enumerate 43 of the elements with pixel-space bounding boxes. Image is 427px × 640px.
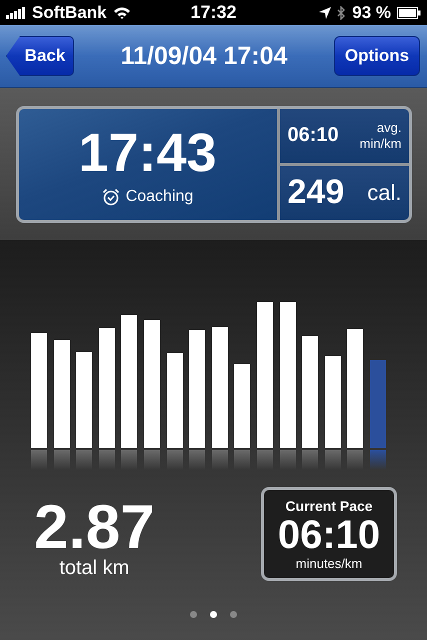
duration-value: 17:43: [78, 122, 217, 184]
bar-reflection: [121, 450, 138, 470]
avg-pace-value: 06:10: [288, 124, 339, 147]
bar-reflection: [98, 450, 115, 470]
page-dot[interactable]: [210, 611, 217, 618]
bar-reflection: [76, 450, 92, 470]
location-arrow-icon: [319, 6, 332, 18]
back-button[interactable]: Back: [6, 36, 74, 76]
bar-reflection: [54, 450, 70, 470]
bar-reflection: [347, 450, 364, 470]
bar-reflection: [324, 450, 341, 470]
bar-reflection: [280, 450, 296, 470]
carrier-name: SoftBank: [32, 2, 107, 22]
bar-reflection: [234, 450, 250, 470]
distance-unit: total km: [59, 557, 130, 580]
bar-reflection: [256, 450, 273, 470]
wifi-icon: [112, 6, 131, 19]
bar-reflection: [370, 450, 386, 470]
coaching-label: Coaching: [126, 188, 194, 206]
clock: 17:32: [189, 2, 238, 23]
timer-icon: [102, 188, 120, 206]
current-pace-unit: minutes/km: [296, 556, 362, 570]
bluetooth-icon: [337, 6, 346, 20]
current-pace-value: 06:10: [278, 514, 380, 556]
bar-reflection: [31, 450, 47, 470]
nav-title: 11/09/04 17:04: [120, 42, 288, 70]
current-pace-label: Current Pace: [285, 498, 373, 514]
page-dot[interactable]: [230, 611, 237, 618]
bar-reflection: [189, 450, 206, 470]
battery-icon: [397, 6, 421, 18]
battery-percent: 93 %: [352, 2, 391, 22]
bar-reflection: [212, 450, 228, 470]
distance-value: 2.87: [34, 499, 155, 557]
bar-reflection: [144, 450, 160, 470]
calories-unit: cal.: [367, 180, 402, 206]
bar-reflection: [166, 450, 183, 470]
options-button[interactable]: Options: [334, 36, 420, 76]
page-dot[interactable]: [190, 611, 197, 618]
pace-unit: min/km: [360, 136, 402, 152]
calories-value: 249: [288, 173, 344, 212]
signal-icon: [6, 6, 26, 18]
bar-reflection: [302, 450, 318, 470]
avg-label: avg.: [376, 120, 402, 136]
